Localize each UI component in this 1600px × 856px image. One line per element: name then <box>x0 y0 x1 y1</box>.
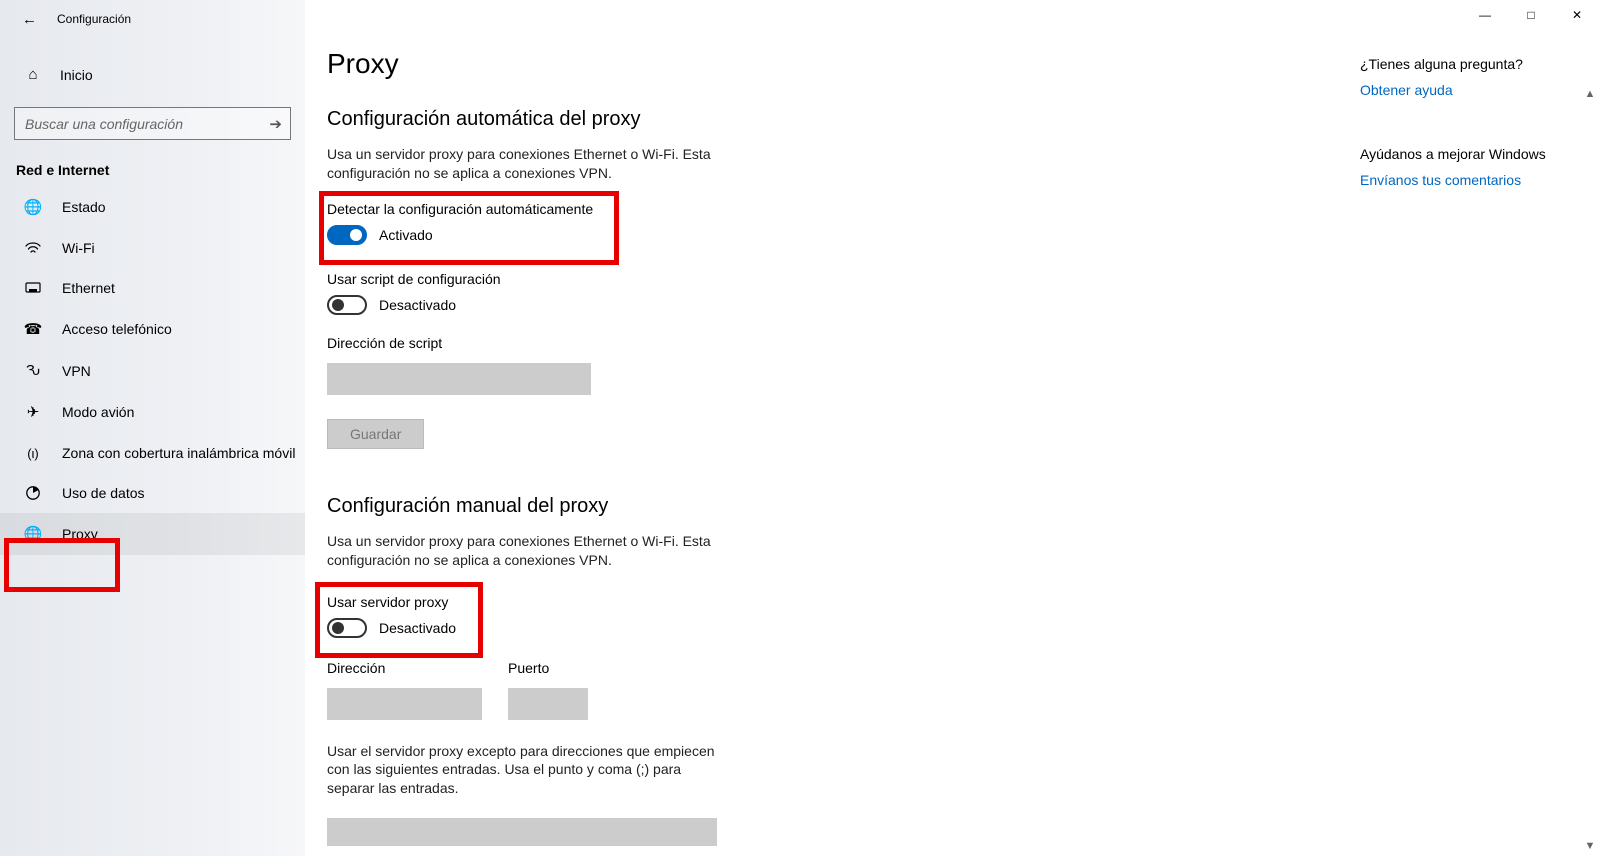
nav-list: 🌐 Estado Wi-Fi Ethernet ☎ Acceso telefón… <box>0 186 305 555</box>
sidebar-item-datausage[interactable]: Uso de datos <box>0 473 305 513</box>
hotspot-icon: (ι) <box>24 446 42 461</box>
auto-section-desc: Usa un servidor proxy para conexiones Et… <box>327 145 717 183</box>
home-label: Inicio <box>60 67 93 83</box>
detect-toggle[interactable] <box>327 225 367 245</box>
sidebar-item-label: Estado <box>62 199 106 215</box>
manual-section-title: Configuración manual del proxy <box>327 495 1330 518</box>
ethernet-icon <box>24 281 42 295</box>
help-feedback-heading: Ayúdanos a mejorar Windows <box>1360 146 1582 162</box>
sidebar-item-label: Uso de datos <box>62 485 145 501</box>
script-toggle-state: Desactivado <box>379 297 456 313</box>
back-arrow-icon[interactable]: ← <box>22 11 37 28</box>
sidebar-item-airplane[interactable]: ✈ Modo avión <box>0 391 305 433</box>
scrollbar[interactable]: ▲ ▼ <box>1582 88 1598 852</box>
maximize-button[interactable]: □ <box>1508 0 1554 30</box>
detect-toggle-state: Activado <box>379 227 433 243</box>
status-icon: 🌐 <box>24 198 42 216</box>
help-feedback-link[interactable]: Envíanos tus comentarios <box>1360 172 1582 188</box>
airplane-icon: ✈ <box>24 403 42 421</box>
exceptions-desc: Usar el servidor proxy excepto para dire… <box>327 742 717 799</box>
sidebar-item-ethernet[interactable]: Ethernet <box>0 268 305 308</box>
script-address-input[interactable] <box>327 363 591 395</box>
home-button[interactable]: ⌂ Inicio <box>0 56 305 93</box>
script-toggle[interactable] <box>327 295 367 315</box>
sidebar-item-label: Ethernet <box>62 280 115 296</box>
use-proxy-state: Desactivado <box>379 620 456 636</box>
datausage-icon <box>24 485 42 501</box>
sidebar-item-label: VPN <box>62 363 91 379</box>
sidebar-item-proxy[interactable]: 🌐 Proxy <box>0 513 305 555</box>
help-feedback-block: Ayúdanos a mejorar Windows Envíanos tus … <box>1360 146 1582 188</box>
close-button[interactable]: ✕ <box>1554 0 1600 30</box>
sidebar: ← Configuración ⌂ Inicio ➔ Red e Interne… <box>0 0 305 856</box>
window-title: Configuración <box>57 12 131 26</box>
help-get-help-link[interactable]: Obtener ayuda <box>1360 82 1582 98</box>
scroll-up-icon[interactable]: ▲ <box>1582 88 1598 100</box>
search-icon: ➔ <box>269 115 282 133</box>
window-controls: — □ ✕ <box>1462 0 1600 30</box>
scroll-down-icon[interactable]: ▼ <box>1582 840 1598 852</box>
help-question-heading: ¿Tienes alguna pregunta? <box>1360 56 1582 72</box>
exceptions-input[interactable] <box>327 818 717 846</box>
minimize-button[interactable]: — <box>1462 0 1508 30</box>
sidebar-item-dialup[interactable]: ☎ Acceso telefónico <box>0 308 305 350</box>
use-proxy-toggle[interactable] <box>327 618 367 638</box>
sidebar-item-vpn[interactable]: Ԅ VPN <box>0 350 305 391</box>
search-box[interactable]: ➔ <box>14 107 291 140</box>
sidebar-header: ← Configuración <box>0 0 305 42</box>
search-input[interactable] <box>25 116 269 132</box>
script-address-label: Dirección de script <box>327 335 1330 351</box>
sidebar-item-estado[interactable]: 🌐 Estado <box>0 186 305 228</box>
proxy-icon: 🌐 <box>24 525 42 543</box>
address-label: Dirección <box>327 660 482 676</box>
save-button[interactable]: Guardar <box>327 419 424 449</box>
sidebar-item-hotspot[interactable]: (ι) Zona con cobertura inalámbrica móvil <box>0 433 305 473</box>
port-input[interactable] <box>508 688 588 720</box>
sidebar-item-label: Modo avión <box>62 404 134 420</box>
home-icon: ⌂ <box>24 66 42 83</box>
manual-section-desc: Usa un servidor proxy para conexiones Et… <box>327 532 717 570</box>
content: Proxy Configuración automática del proxy… <box>305 0 1360 856</box>
sidebar-item-label: Wi-Fi <box>62 240 95 256</box>
sidebar-item-label: Acceso telefónico <box>62 321 172 337</box>
address-input[interactable] <box>327 688 482 720</box>
use-proxy-label: Usar servidor proxy <box>327 594 456 610</box>
app-root: ← Configuración ⌂ Inicio ➔ Red e Interne… <box>0 0 1600 856</box>
detect-label: Detectar la configuración automáticament… <box>327 201 593 217</box>
vpn-icon: Ԅ <box>24 362 42 379</box>
page-title: Proxy <box>327 48 1330 80</box>
port-label: Puerto <box>508 660 588 676</box>
sidebar-item-label: Zona con cobertura inalámbrica móvil <box>62 445 295 461</box>
auto-section-title: Configuración automática del proxy <box>327 108 1330 131</box>
help-question-block: ¿Tienes alguna pregunta? Obtener ayuda <box>1360 56 1582 98</box>
wifi-icon <box>24 241 42 255</box>
help-panel: ¿Tienes alguna pregunta? Obtener ayuda A… <box>1360 0 1600 856</box>
sidebar-section-label: Red e Internet <box>0 140 305 186</box>
dialup-icon: ☎ <box>24 320 42 338</box>
main-area: Proxy Configuración automática del proxy… <box>305 0 1600 856</box>
script-toggle-label: Usar script de configuración <box>327 271 1330 287</box>
sidebar-item-wifi[interactable]: Wi-Fi <box>0 228 305 268</box>
sidebar-item-label: Proxy <box>62 526 98 542</box>
